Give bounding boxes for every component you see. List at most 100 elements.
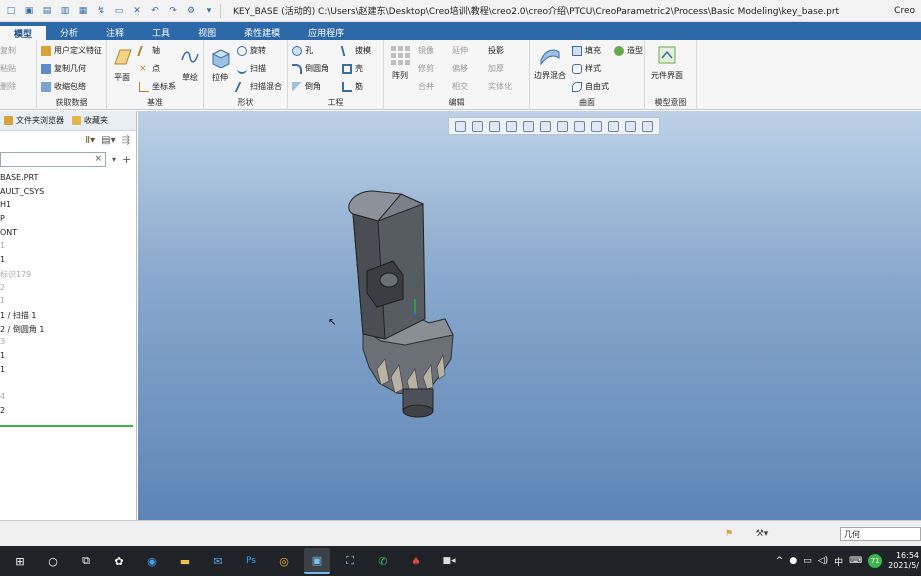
tab-favorites[interactable]: 收藏夹 bbox=[68, 115, 112, 126]
component-interface-button[interactable]: 元件界面 bbox=[651, 44, 683, 81]
tree-columns-icon[interactable]: ⇶ bbox=[122, 135, 130, 146]
sweep-button[interactable]: 扫描 bbox=[237, 63, 266, 74]
tree-search-input[interactable]: × bbox=[0, 151, 106, 167]
revolve-button[interactable]: 旋转 bbox=[237, 45, 266, 56]
tree-item[interactable]: 1 / 扫描 1 bbox=[0, 310, 136, 324]
display-style-icon[interactable] bbox=[523, 120, 534, 132]
trim-button[interactable]: 修剪 bbox=[418, 63, 434, 74]
extend-button[interactable]: 延伸 bbox=[452, 45, 468, 56]
tree-item[interactable]: 1 bbox=[0, 296, 136, 310]
freestyle-button[interactable]: 自由式 bbox=[572, 81, 609, 92]
edge-icon[interactable]: ◉ bbox=[139, 548, 165, 574]
tree-item[interactable]: 1 bbox=[0, 241, 136, 255]
tab-folder-browser[interactable]: 文件夹浏览器 bbox=[0, 115, 68, 126]
regenerate-icon[interactable]: ↯ bbox=[94, 4, 108, 18]
fill-button[interactable]: 填充 bbox=[572, 45, 601, 56]
selection-filter-dropdown[interactable]: 几何 bbox=[840, 527, 921, 541]
tab-analysis[interactable]: 分析 bbox=[46, 24, 92, 40]
selection-filter-icon[interactable]: ⚒▾ bbox=[750, 527, 774, 541]
tree-item[interactable]: BASE.PRT bbox=[0, 173, 136, 187]
group-title-model-intent[interactable]: 模型意图 bbox=[645, 97, 696, 108]
tree-item[interactable]: 1 bbox=[0, 255, 136, 269]
open-file-icon[interactable]: ▣ bbox=[22, 4, 36, 18]
options-icon[interactable]: ⚙ bbox=[184, 4, 198, 18]
cost-button[interactable]: 造型 bbox=[614, 45, 643, 56]
status-flag-icon[interactable]: ⚑ bbox=[722, 527, 736, 541]
sketch-button[interactable]: 草绘 bbox=[179, 46, 201, 83]
save-icon[interactable]: ▤ bbox=[40, 4, 54, 18]
datum-display-icon[interactable] bbox=[591, 120, 602, 132]
tree-item[interactable]: 标识179 bbox=[0, 269, 136, 283]
pattern-button[interactable]: 阵列 bbox=[389, 44, 411, 81]
copy-button[interactable]: 复制 bbox=[0, 45, 16, 56]
clock[interactable]: 16:54 2021/5/ bbox=[888, 551, 919, 571]
start-icon[interactable]: ⊞ bbox=[7, 548, 33, 574]
tree-item[interactable]: 3 bbox=[0, 337, 136, 351]
plane-button[interactable]: 平面 bbox=[111, 46, 133, 83]
group-title-get-data[interactable]: 获取数据 bbox=[37, 97, 106, 108]
tab-annotate[interactable]: 注释 bbox=[92, 24, 138, 40]
tab-view[interactable]: 视图 bbox=[184, 24, 230, 40]
tab-tools[interactable]: 工具 bbox=[138, 24, 184, 40]
add-icon[interactable]: + bbox=[122, 153, 131, 166]
mirror-button[interactable]: 镜像 bbox=[418, 45, 434, 56]
solidify-button[interactable]: 实体化 bbox=[488, 81, 512, 92]
insert-here-marker[interactable] bbox=[0, 425, 133, 427]
file-explorer-icon[interactable]: ▬ bbox=[172, 548, 198, 574]
tree-item[interactable]: 2 / 倒圆角 1 bbox=[0, 324, 136, 338]
tree-item[interactable]: AULT_CSYS bbox=[0, 187, 136, 201]
task-view-icon[interactable]: ⧉ bbox=[73, 548, 99, 574]
volume-icon[interactable]: ◁) bbox=[818, 556, 828, 566]
view-manager-icon[interactable] bbox=[557, 120, 568, 132]
tree-item[interactable]: 4 bbox=[0, 392, 136, 406]
repaint-icon[interactable] bbox=[506, 120, 517, 132]
customize-icon[interactable]: ▾ bbox=[202, 4, 216, 18]
wechat-icon[interactable]: ✆ bbox=[370, 548, 396, 574]
saved-orientations-icon[interactable] bbox=[540, 120, 551, 132]
zoom-out-icon[interactable] bbox=[489, 120, 500, 132]
group-title-shapes[interactable]: 形状 bbox=[204, 97, 287, 108]
tab-applications[interactable]: 应用程序 bbox=[294, 24, 358, 40]
chrome-icon[interactable]: ◎ bbox=[271, 548, 297, 574]
group-title-surfaces[interactable]: 曲面 bbox=[530, 97, 644, 108]
network-icon[interactable]: ▭ bbox=[803, 556, 812, 566]
swept-blend-button[interactable]: 扫描混合 bbox=[234, 81, 282, 92]
network-app-icon[interactable]: ⛶ bbox=[337, 548, 363, 574]
delete-button[interactable]: 删除 bbox=[0, 81, 16, 92]
keyboard-icon[interactable]: ⌨ bbox=[849, 556, 862, 566]
group-title-editing[interactable]: 编辑 bbox=[384, 97, 529, 108]
mail-icon[interactable]: ✉ bbox=[205, 548, 231, 574]
acrobat-icon[interactable]: ♠ bbox=[403, 548, 429, 574]
tree-filter-icon[interactable]: ▤▾ bbox=[101, 135, 115, 146]
shell-button[interactable]: 壳 bbox=[342, 63, 363, 74]
round-button[interactable]: 倒圆角 bbox=[292, 63, 329, 74]
new-file-icon[interactable]: □ bbox=[4, 4, 18, 18]
perspective-icon[interactable] bbox=[574, 120, 585, 132]
thicken-button[interactable]: 加厚 bbox=[488, 63, 504, 74]
offset-button[interactable]: 偏移 bbox=[452, 63, 468, 74]
zoom-in-icon[interactable] bbox=[472, 120, 483, 132]
draft-button[interactable]: 拔模 bbox=[340, 45, 371, 56]
boundary-blend-button[interactable]: 边界混合 bbox=[534, 44, 566, 81]
csys-display-icon[interactable] bbox=[642, 120, 653, 132]
tab-model[interactable]: 模型 bbox=[0, 24, 47, 40]
tree-item[interactable]: H1 bbox=[0, 200, 136, 214]
project-button[interactable]: 投影 bbox=[488, 45, 504, 56]
axis-button[interactable]: 轴 bbox=[137, 45, 160, 56]
hole-button[interactable]: 孔 bbox=[292, 45, 313, 56]
chamfer-button[interactable]: 倒角 bbox=[292, 81, 321, 92]
redo-icon[interactable]: ↷ bbox=[166, 4, 180, 18]
graphics-window[interactable]: ↖ bbox=[138, 111, 921, 520]
close-window-icon[interactable]: ✕ bbox=[130, 4, 144, 18]
group-title-engineering[interactable]: 工程 bbox=[288, 97, 383, 108]
point-button[interactable]: × 点 bbox=[139, 63, 160, 74]
spin-center-icon[interactable] bbox=[625, 120, 636, 132]
tree-settings-icon[interactable]: Ⅱ▾ bbox=[85, 135, 95, 146]
shrinkwrap-button[interactable]: 收缩包络 bbox=[41, 81, 86, 92]
tree-item[interactable]: 1 bbox=[0, 365, 136, 379]
tray-chevron-icon[interactable]: ^ bbox=[776, 556, 784, 566]
paste-button[interactable]: 粘贴 bbox=[0, 63, 16, 74]
tab-flexible-modeling[interactable]: 柔性建模 bbox=[230, 24, 294, 40]
tree-item[interactable] bbox=[0, 378, 136, 392]
annotation-display-icon[interactable] bbox=[608, 120, 619, 132]
